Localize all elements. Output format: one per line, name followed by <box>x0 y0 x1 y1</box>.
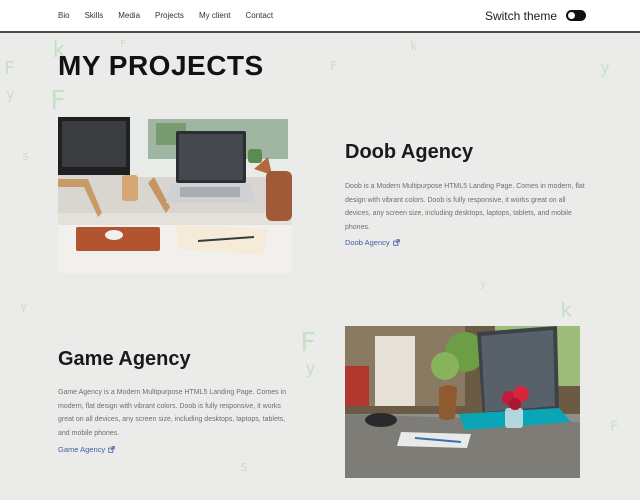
nav-item-bio[interactable]: Bio <box>58 11 70 20</box>
external-link-icon <box>392 239 400 246</box>
main-nav: Bio Skills Media Projects My client Cont… <box>58 11 273 20</box>
nav-item-contact[interactable]: Contact <box>246 11 274 20</box>
top-navigation-bar: Bio Skills Media Projects My client Cont… <box>0 0 640 33</box>
nav-item-projects[interactable]: Projects <box>155 11 184 20</box>
nav-item-my-client[interactable]: My client <box>199 11 231 20</box>
project-title-doob: Doob Agency <box>345 141 474 163</box>
project-description-game: Game Agency is a Modern Multipurpose HTM… <box>58 389 287 437</box>
project-link-game[interactable]: Game Agency <box>58 445 115 454</box>
nav-item-media[interactable]: Media <box>118 11 140 20</box>
project-description-doob: Doob is a Modern Multipurpose HTML5 Land… <box>345 183 585 231</box>
game-agency-image <box>345 326 580 478</box>
page-title: MY PROJECTS <box>58 50 264 81</box>
theme-toggle[interactable] <box>566 10 586 21</box>
theme-switcher: Switch theme <box>485 9 586 23</box>
project-link-label: Doob Agency <box>345 238 390 247</box>
nav-item-skills[interactable]: Skills <box>85 11 104 20</box>
toggle-knob <box>568 12 575 19</box>
project-link-label: Game Agency <box>58 445 106 454</box>
doob-agency-image <box>58 117 292 273</box>
project-title-game: Game Agency <box>58 348 191 370</box>
theme-switch-label: Switch theme <box>484 8 557 23</box>
project-link-doob[interactable]: Doob Agency <box>345 238 400 247</box>
external-link-icon <box>108 446 115 453</box>
